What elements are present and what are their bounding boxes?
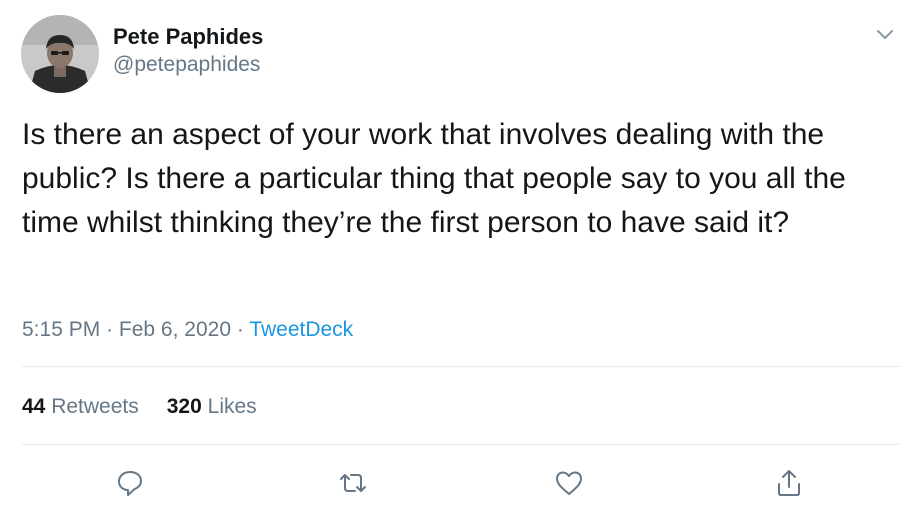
share-icon [778,470,800,496]
avatar[interactable] [21,15,99,93]
retweets-count: 44 [22,395,46,418]
likes-stat[interactable]: 320 Likes [167,393,257,421]
reply-icon [118,471,142,496]
divider [22,366,900,367]
tweet-metadata: 5:15 PM · Feb 6, 2020 · TweetDeck [22,316,353,344]
tweet-card: Pete Paphides @petepaphides Is there an … [0,0,920,518]
author-info: Pete Paphides @petepaphides [113,23,263,79]
likes-label: Likes [207,395,257,418]
author-display-name[interactable]: Pete Paphides [113,23,263,51]
retweets-label: Retweets [51,395,139,418]
tweet-source-link[interactable]: TweetDeck [249,318,353,341]
tweet-stats: 44 Retweets 320 Likes [22,393,257,421]
meta-separator: · [236,318,244,341]
tweet-date[interactable]: Feb 6, 2020 [119,318,231,341]
likes-count: 320 [166,395,202,418]
retweet-icon [340,474,366,492]
author-handle[interactable]: @petepaphides [113,51,263,79]
reply-button[interactable] [113,466,147,500]
meta-separator: · [106,318,114,341]
more-options-button[interactable] [870,24,900,46]
tweet-text: Is there an aspect of your work that inv… [22,118,846,239]
share-button[interactable] [772,466,806,500]
tweet-time[interactable]: 5:15 PM [22,318,100,341]
divider [22,444,900,445]
retweet-button[interactable] [336,466,370,500]
chevron-down-icon [877,30,893,39]
retweets-stat[interactable]: 44 Retweets [22,393,139,421]
heart-icon [556,471,582,495]
like-button[interactable] [552,466,586,500]
